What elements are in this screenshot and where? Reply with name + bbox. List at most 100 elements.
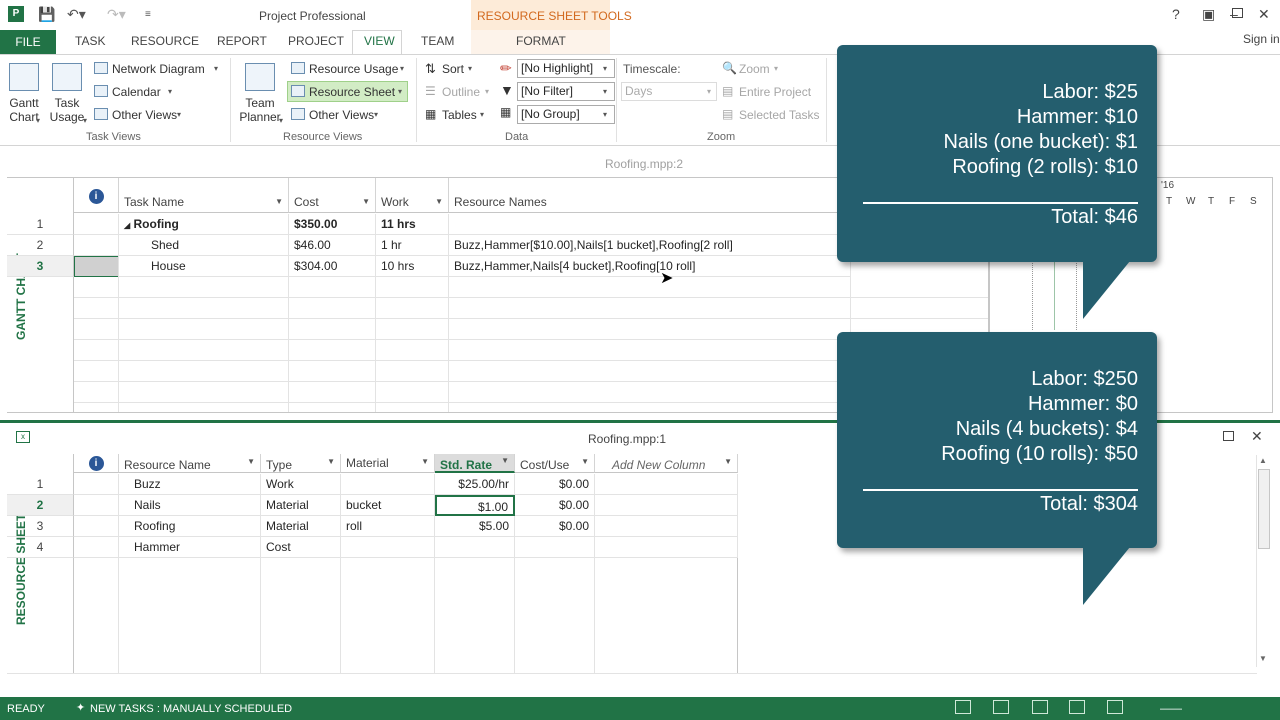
column-filter-icon[interactable]: ▼ (724, 457, 732, 466)
tab-team[interactable]: TEAM (421, 34, 454, 48)
redo-icon[interactable]: ↷▾ (107, 6, 126, 23)
column-header-material[interactable]: Material ▼ (341, 454, 435, 473)
work-cell[interactable]: 1 hr (376, 235, 449, 256)
tab-task[interactable]: TASK (75, 34, 105, 48)
row-number[interactable]: 2 (7, 495, 74, 516)
maximize-icon[interactable] (1232, 8, 1243, 18)
column-header-cost[interactable]: Cost ▼ (289, 178, 376, 213)
gantt-chart-dropdown-icon[interactable]: ▾ (36, 116, 40, 125)
lower-maximize-icon[interactable] (1223, 431, 1234, 441)
task-usage-shortcut-icon[interactable] (1032, 700, 1048, 714)
outline-dropdown-icon[interactable]: ▾ (485, 87, 489, 96)
zoom-slider-icon[interactable]: —— (1160, 703, 1182, 715)
type-cell[interactable]: Work (261, 474, 341, 495)
customize-quick-access-icon[interactable]: ≡ (145, 9, 151, 20)
type-cell[interactable]: Cost (261, 537, 341, 558)
new-column-cell[interactable] (595, 495, 738, 516)
column-header-std-rate[interactable]: Std. Rate ▼ (435, 454, 515, 473)
other-resource-views-dropdown-icon[interactable]: ▾ (374, 110, 378, 119)
sort-dropdown-icon[interactable]: ▾ (468, 64, 472, 73)
tables-button[interactable]: Tables (442, 108, 477, 122)
new-column-cell[interactable] (595, 537, 738, 558)
row-number[interactable]: 1 (7, 214, 74, 235)
row-number[interactable]: 2 (7, 235, 74, 256)
resource-name-cell[interactable]: Nails (119, 495, 261, 516)
column-header-resource-name[interactable]: Resource Name ▼ (119, 454, 261, 473)
cost-use-cell[interactable]: $0.00 (515, 495, 595, 516)
resource-sheet-button[interactable]: Resource Sheet (309, 85, 395, 99)
save-icon[interactable]: 💾 (38, 6, 55, 23)
cost-use-cell[interactable] (515, 537, 595, 558)
other-task-views-dropdown-icon[interactable]: ▾ (177, 110, 181, 119)
cost-cell[interactable]: $304.00 (289, 256, 376, 277)
type-cell[interactable]: Material (261, 516, 341, 537)
column-filter-icon[interactable]: ▼ (362, 197, 370, 206)
cost-cell[interactable]: $46.00 (289, 235, 376, 256)
scroll-up-icon[interactable]: ▲ (1259, 456, 1267, 465)
cost-use-cell[interactable]: $0.00 (515, 474, 595, 495)
tab-report[interactable]: REPORT (217, 34, 267, 48)
column-header-add-new[interactable]: Add New Column ▼ (595, 454, 738, 473)
tab-format[interactable]: FORMAT (516, 34, 566, 48)
view-shortcut-icon[interactable] (955, 700, 971, 714)
resource-usage-dropdown-icon[interactable]: ▾ (400, 64, 404, 73)
std-rate-cell[interactable] (435, 537, 515, 558)
column-filter-icon[interactable]: ▼ (421, 457, 429, 466)
collapse-icon[interactable]: ◢ (124, 221, 130, 230)
indicator-column-header[interactable]: i (74, 178, 119, 213)
team-planner-shortcut-icon[interactable] (1069, 700, 1085, 714)
task-usage-dropdown-icon[interactable]: ▾ (83, 116, 87, 125)
material-cell[interactable]: roll (341, 516, 435, 537)
sort-button[interactable]: Sort (442, 62, 464, 76)
outline-button[interactable]: Outline (442, 85, 480, 99)
selected-tasks-button[interactable]: Selected Tasks (739, 108, 820, 122)
type-cell[interactable]: Material (261, 495, 341, 516)
resource-names-cell[interactable] (449, 214, 851, 235)
indicator-cell-selected[interactable] (74, 256, 119, 277)
column-filter-icon[interactable]: ▼ (501, 456, 509, 465)
ribbon-display-icon[interactable]: ▣ (1202, 6, 1215, 23)
resource-name-cell[interactable]: Buzz (119, 474, 261, 495)
tables-dropdown-icon[interactable]: ▾ (480, 110, 484, 119)
task-name-cell[interactable]: House (119, 256, 289, 277)
filter-dropdown-arrow-icon[interactable]: ▾ (603, 87, 607, 96)
resource-sheet-dropdown-icon[interactable]: ▾ (398, 87, 402, 96)
timescale-dropdown-arrow-icon[interactable]: ▾ (707, 87, 711, 96)
resource-names-cell[interactable]: Buzz,Hammer[$10.00],Nails[1 bucket],Roof… (449, 235, 851, 256)
entire-project-button[interactable]: Entire Project (739, 85, 811, 99)
horizontal-scroll-area[interactable] (7, 673, 1257, 691)
column-filter-icon[interactable]: ▼ (435, 197, 443, 206)
team-planner-button[interactable]: Team Planner (235, 96, 285, 124)
work-cell[interactable]: 11 hrs (376, 214, 449, 235)
team-planner-dropdown-icon[interactable]: ▾ (279, 116, 283, 125)
cost-use-cell[interactable]: $0.00 (515, 516, 595, 537)
group-dropdown[interactable]: [No Group] (517, 105, 615, 124)
task-name-cell[interactable]: ◢ Roofing (119, 214, 289, 235)
work-cell[interactable]: 10 hrs (376, 256, 449, 277)
network-diagram-button[interactable]: Network Diagram (112, 62, 205, 76)
gantt-chart-button[interactable]: Gantt Chart (9, 96, 39, 124)
scrollbar-thumb[interactable] (1258, 469, 1270, 549)
lower-close-icon[interactable]: ✕ (1251, 428, 1263, 445)
zoom-dropdown-icon[interactable]: ▾ (774, 64, 778, 73)
new-column-cell[interactable] (595, 516, 738, 537)
group-dropdown-arrow-icon[interactable]: ▾ (603, 110, 607, 119)
std-rate-cell-selected[interactable]: $1.00 (435, 495, 515, 516)
undo-icon[interactable]: ↶▾ (67, 6, 86, 23)
filter-dropdown[interactable]: [No Filter] (517, 82, 615, 101)
resource-name-cell[interactable]: Roofing (119, 516, 261, 537)
task-usage-button[interactable]: Task Usage (47, 96, 87, 124)
column-header-cost-use[interactable]: Cost/Use ▼ (515, 454, 595, 473)
column-header-task-name[interactable]: Task Name ▼ (119, 178, 289, 213)
resource-indicator-header[interactable]: i (74, 454, 119, 473)
std-rate-cell[interactable]: $25.00/hr (435, 474, 515, 495)
calendar-dropdown-icon[interactable]: ▾ (168, 87, 172, 96)
column-filter-icon[interactable]: ▼ (327, 457, 335, 466)
tab-view[interactable]: VIEW (364, 34, 395, 48)
status-new-tasks[interactable]: NEW TASKS : MANUALLY SCHEDULED (90, 703, 292, 715)
resource-usage-button[interactable]: Resource Usage (309, 62, 398, 76)
gantt-view-shortcut-icon[interactable] (993, 700, 1009, 714)
column-header-type[interactable]: Type ▼ (261, 454, 341, 473)
row-number[interactable]: 3 (7, 516, 74, 537)
zoom-button[interactable]: Zoom (739, 62, 770, 76)
